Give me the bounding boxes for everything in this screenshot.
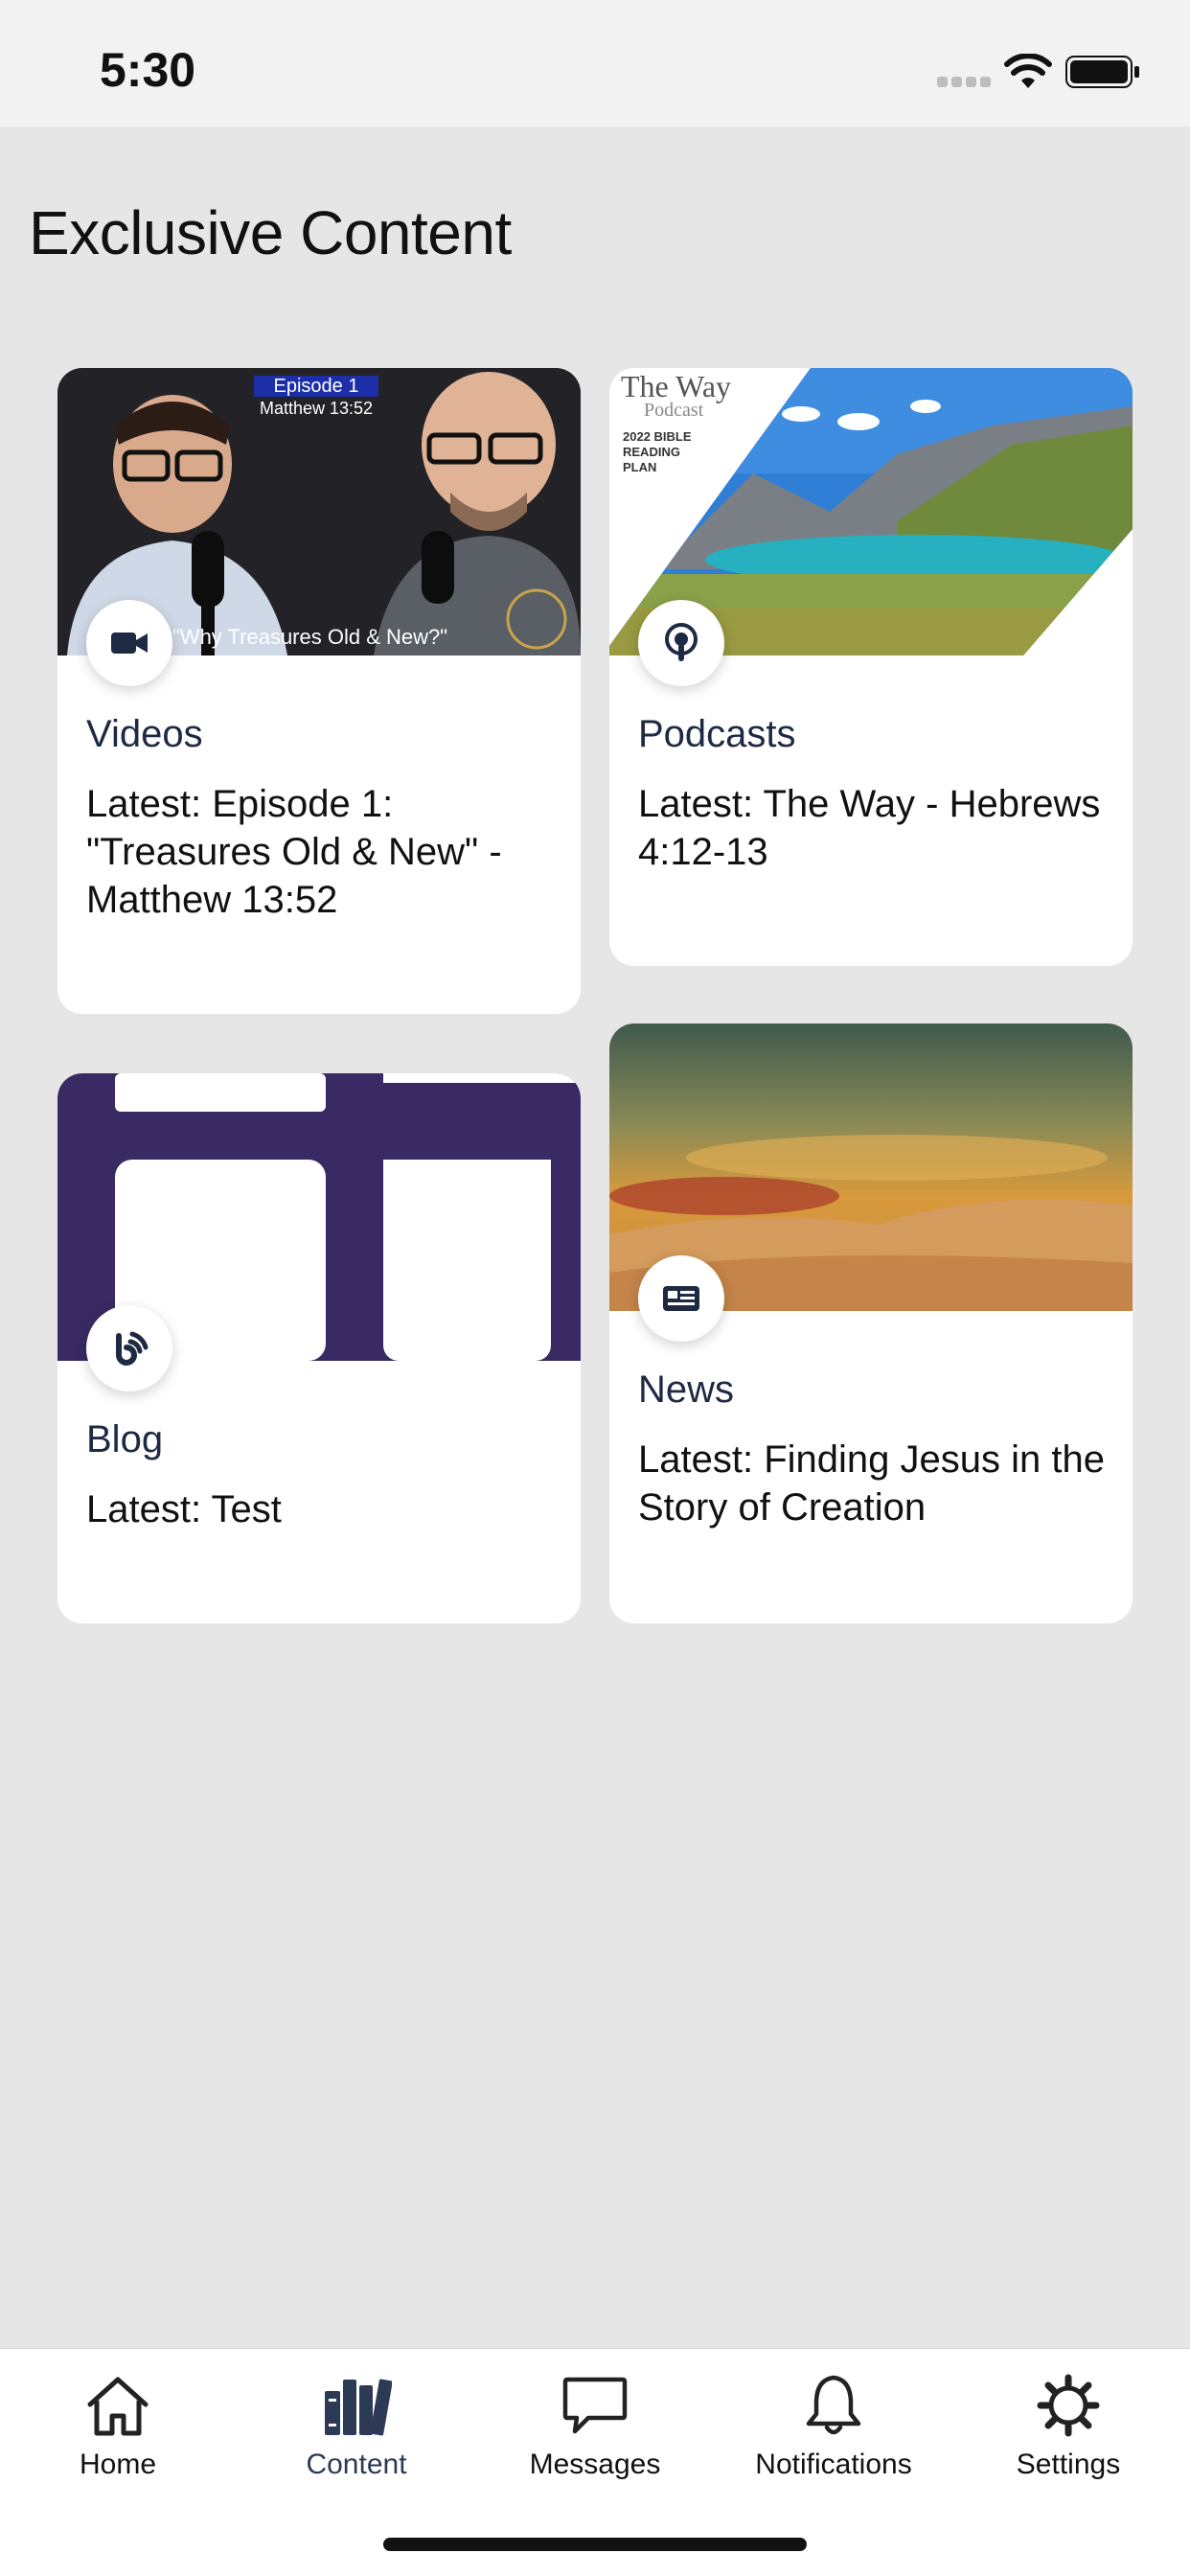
podcast-icon xyxy=(638,600,724,686)
video-camera-icon xyxy=(86,600,172,686)
tab-label: Home xyxy=(79,2449,157,2480)
svg-text:The Way: The Way xyxy=(621,369,731,403)
wifi-icon xyxy=(1004,54,1052,88)
home-indicator[interactable] xyxy=(383,2538,807,2551)
cellular-signal-icon xyxy=(937,77,993,88)
card-category: Blog xyxy=(86,1418,164,1460)
svg-text:Podcast: Podcast xyxy=(644,400,704,421)
blog-feed-icon xyxy=(86,1305,172,1392)
chat-bubble-icon xyxy=(562,2377,628,2434)
status-bar: 5:30 xyxy=(0,0,1190,126)
content-card-videos[interactable]: Episode 1 Matthew 13:52 "Why Treasures O… xyxy=(57,368,581,1014)
status-time: 5:30 xyxy=(100,43,196,97)
tab-label: Messages xyxy=(529,2449,661,2480)
library-icon xyxy=(325,2379,392,2436)
tab-messages[interactable]: Messages xyxy=(485,2349,705,2493)
tab-label: Content xyxy=(306,2449,407,2480)
card-category: News xyxy=(638,1368,735,1411)
svg-text:Matthew 13:52: Matthew 13:52 xyxy=(260,399,373,418)
bell-icon xyxy=(806,2375,861,2435)
tab-settings[interactable]: Settings xyxy=(958,2349,1179,2493)
content-card-news[interactable]: News Latest: Finding Jesus in the Story … xyxy=(609,1024,1133,1623)
svg-text:Episode 1: Episode 1 xyxy=(274,376,359,397)
svg-text:2022 BIBLE: 2022 BIBLE xyxy=(623,429,692,444)
content-card-blog[interactable]: Blog Latest: Test xyxy=(57,1073,581,1623)
card-latest-title: Latest: Test xyxy=(86,1488,282,1530)
svg-text:READING: READING xyxy=(623,445,680,459)
tab-home[interactable]: Home xyxy=(8,2349,228,2493)
battery-icon xyxy=(1065,56,1139,88)
gear-icon xyxy=(1037,2374,1100,2437)
card-category: Podcasts xyxy=(638,713,796,755)
card-category: Videos xyxy=(86,713,203,755)
svg-text:"Why Treasures Old & New?": "Why Treasures Old & New?" xyxy=(172,625,447,649)
svg-text:PLAN: PLAN xyxy=(623,460,656,474)
newspaper-icon xyxy=(638,1255,724,1342)
content-card-podcasts[interactable]: The Way Podcast 2022 BIBLE READING PLAN … xyxy=(609,368,1133,966)
tab-label: Notifications xyxy=(755,2449,912,2480)
card-latest-title: Latest: Episode 1: "Treasures Old & New"… xyxy=(86,783,502,921)
tab-notifications[interactable]: Notifications xyxy=(723,2349,944,2493)
card-latest-title: Latest: The Way - Hebrews 4:12-13 xyxy=(638,783,1101,873)
page-title: Exclusive Content xyxy=(29,198,512,267)
tab-content[interactable]: Content xyxy=(246,2349,467,2493)
home-icon xyxy=(87,2377,149,2436)
tab-label: Settings xyxy=(1016,2449,1121,2480)
card-latest-title: Latest: Finding Jesus in the Story of Cr… xyxy=(638,1438,1105,1529)
